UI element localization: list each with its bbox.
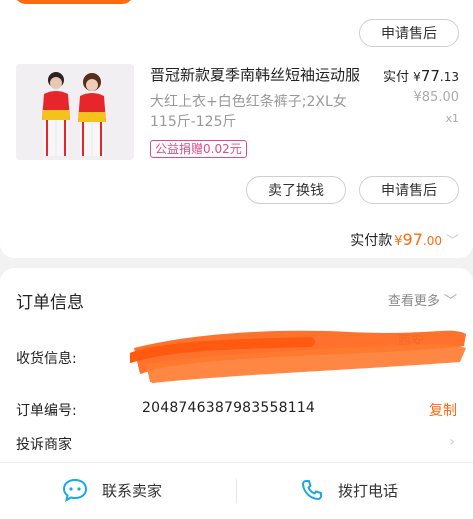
redaction-scribble bbox=[130, 330, 466, 384]
product-spec: 大红上衣+白色红条裤子;2XL女115斤-125斤 bbox=[150, 94, 347, 130]
donation-badge: 公益捐赠0.02元 bbox=[150, 140, 247, 158]
contact-seller-button[interactable]: 联系卖家 bbox=[62, 475, 162, 505]
shipping-info-value: 西安 bbox=[130, 324, 466, 388]
bottom-action-bar: 联系卖家 拨打电话 bbox=[0, 462, 473, 519]
paid-price-currency: ¥ bbox=[413, 70, 421, 84]
paid-price-decimal: .13 bbox=[439, 70, 459, 84]
item-quantity: x1 bbox=[445, 112, 459, 125]
order-info-card: 订单信息 查看更多 ﹀ 收货信息: 西安 订单编号: 2048746387983… bbox=[0, 268, 473, 462]
product-thumbnail[interactable] bbox=[16, 64, 134, 160]
after-sale-button-top[interactable]: 申请售后 bbox=[359, 19, 459, 47]
order-item-card: 申请售后 晋冠新款夏季南韩丝短袖运动服 大红上衣+白色红条裤子;2XL女115斤… bbox=[0, 0, 473, 258]
view-more-button[interactable]: 查看更多 ﹀ bbox=[388, 290, 457, 309]
after-sale-button-label: 申请售后 bbox=[381, 183, 437, 199]
paid-price: 实付 ¥77.13 bbox=[383, 66, 459, 85]
bar-divider bbox=[236, 479, 237, 503]
call-phone-label: 拨打电话 bbox=[338, 481, 399, 500]
contact-seller-label: 联系卖家 bbox=[102, 481, 163, 500]
view-more-label: 查看更多 bbox=[387, 294, 440, 309]
paid-price-label: 实付 bbox=[383, 70, 410, 85]
complain-merchant-row[interactable]: 投诉商家 bbox=[16, 434, 72, 454]
resell-button-label: 卖了换钱 bbox=[268, 183, 324, 199]
original-price: ¥85.00 bbox=[413, 90, 460, 105]
total-paid[interactable]: 实付款 ¥97.00 ﹀ bbox=[350, 230, 459, 250]
after-sale-button-label: 申请售后 bbox=[381, 26, 437, 42]
resell-button[interactable]: 卖了换钱 bbox=[246, 176, 346, 204]
total-paid-label: 实付款 bbox=[350, 233, 393, 249]
top-action-button-partial[interactable] bbox=[14, 0, 134, 4]
order-info-title: 订单信息 bbox=[16, 293, 84, 313]
chevron-right-icon: › bbox=[449, 434, 455, 450]
chat-bubble-icon bbox=[62, 478, 88, 502]
shipping-info-label: 收货信息: bbox=[16, 351, 77, 367]
after-sale-button[interactable]: 申请售后 bbox=[359, 176, 459, 204]
order-number-label: 订单编号: bbox=[16, 403, 77, 419]
chevron-down-icon: ﹀ bbox=[443, 294, 457, 309]
total-paid-currency: ¥ bbox=[394, 234, 403, 249]
total-paid-integer: 97 bbox=[402, 230, 423, 249]
call-phone-button[interactable]: 拨打电话 bbox=[300, 475, 398, 505]
paid-price-integer: 77 bbox=[420, 67, 440, 85]
phone-icon bbox=[302, 480, 322, 500]
total-paid-decimal: .00 bbox=[422, 234, 442, 248]
product-image bbox=[16, 64, 134, 160]
product-title[interactable]: 晋冠新款夏季南韩丝短袖运动服 bbox=[150, 64, 362, 85]
chevron-down-icon: ﹀ bbox=[445, 234, 459, 249]
order-number-value: 2048746387983558114 bbox=[142, 400, 316, 416]
copy-order-number-button[interactable]: 复制 bbox=[429, 400, 457, 420]
